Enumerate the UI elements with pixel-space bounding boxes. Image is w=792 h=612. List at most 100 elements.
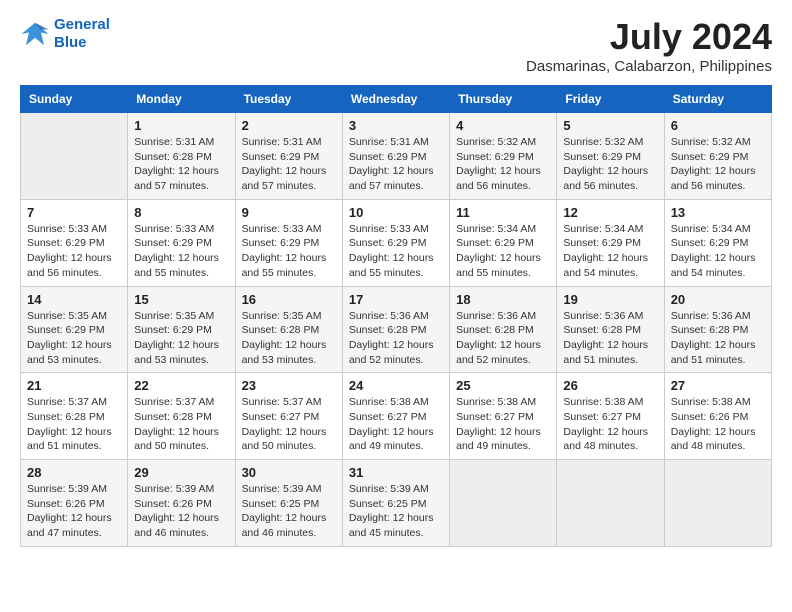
cell-week3-day2: 16Sunrise: 5:35 AMSunset: 6:28 PMDayligh… [235,286,342,373]
day-detail: Sunrise: 5:39 AMSunset: 6:26 PMDaylight:… [134,482,228,541]
cell-week4-day0: 21 Sunrise: 5:37 AMSunset: 6:28 PMDayligh… [21,373,128,460]
cell-week1-day3: 3 Sunrise: 5:31 AMSunset: 6:29 PMDaylight… [342,113,449,200]
cell-week2-day2: 9 Sunrise: 5:33 AMSunset: 6:29 PMDaylight… [235,199,342,286]
logo-text: General Blue [54,16,110,52]
subtitle: Dasmarinas, Calabarzon, Philippines [526,58,772,75]
day-detail: Sunrise: 5:37 AMSunset: 6:28 PMDaylight:… [27,395,121,454]
day-number: 1 [134,118,228,133]
column-header-tuesday: Tuesday [235,86,342,113]
day-detail: Sunrise: 5:38 AMSunset: 6:27 PMDaylight:… [456,395,550,454]
day-detail: Sunrise: 5:31 AMSunset: 6:29 PMDaylight:… [349,135,443,194]
cell-week1-day0 [21,113,128,200]
day-detail: Sunrise: 5:32 AMSunset: 6:29 PMDaylight:… [563,135,657,194]
week-row-5: 28 Sunrise: 5:39 AMSunset: 6:26 PMDayligh… [21,460,772,547]
day-number: 17 [349,292,443,307]
day-number: 7 [27,205,121,220]
day-detail: Sunrise: 5:36 AMSunset: 6:28 PMDaylight:… [563,309,657,368]
day-number: 10 [349,205,443,220]
cell-week5-day1: 29 Sunrise: 5:39 AMSunset: 6:26 PMDayligh… [128,460,235,547]
day-number: 2 [242,118,336,133]
cell-week5-day2: 30 Sunrise: 5:39 AMSunset: 6:25 PMDayligh… [235,460,342,547]
cell-week4-day5: 26Sunrise: 5:38 AMSunset: 6:27 PMDayligh… [557,373,664,460]
day-number: 25 [456,378,550,393]
title-area: July 2024 Dasmarinas, Calabarzon, Philip… [526,16,772,75]
day-number: 3 [349,118,443,133]
day-detail: Sunrise: 5:31 AMSunset: 6:28 PMDaylight:… [134,135,228,194]
day-detail: Sunrise: 5:39 AMSunset: 6:25 PMDaylight:… [349,482,443,541]
day-number: 29 [134,465,228,480]
day-number: 9 [242,205,336,220]
day-number: 30 [242,465,336,480]
cell-week4-day2: 23 Sunrise: 5:37 AMSunset: 6:27 PMDayligh… [235,373,342,460]
cell-week3-day0: 14 Sunrise: 5:35 AMSunset: 6:29 PMDayligh… [21,286,128,373]
day-detail: Sunrise: 5:32 AMSunset: 6:29 PMDaylight:… [671,135,765,194]
day-detail: Sunrise: 5:34 AMSunset: 6:29 PMDaylight:… [563,222,657,281]
day-detail: Sunrise: 5:38 AMSunset: 6:26 PMDaylight:… [671,395,765,454]
week-row-4: 21 Sunrise: 5:37 AMSunset: 6:28 PMDayligh… [21,373,772,460]
day-number: 5 [563,118,657,133]
day-number: 31 [349,465,443,480]
day-number: 18 [456,292,550,307]
cell-week1-day5: 5 Sunrise: 5:32 AMSunset: 6:29 PMDaylight… [557,113,664,200]
logo: General Blue [20,16,110,52]
cell-week1-day1: 1 Sunrise: 5:31 AMSunset: 6:28 PMDaylight… [128,113,235,200]
day-number: 11 [456,205,550,220]
cell-week4-day1: 22 Sunrise: 5:37 AMSunset: 6:28 PMDayligh… [128,373,235,460]
cell-week3-day6: 20 Sunrise: 5:36 AMSunset: 6:28 PMDayligh… [664,286,771,373]
day-detail: Sunrise: 5:33 AMSunset: 6:29 PMDaylight:… [242,222,336,281]
cell-week4-day4: 25 Sunrise: 5:38 AMSunset: 6:27 PMDayligh… [450,373,557,460]
cell-week1-day4: 4Sunrise: 5:32 AMSunset: 6:29 PMDaylight… [450,113,557,200]
cell-week3-day3: 17 Sunrise: 5:36 AMSunset: 6:28 PMDayligh… [342,286,449,373]
logo-line1: General [54,16,110,33]
day-number: 21 [27,378,121,393]
cell-week5-day4 [450,460,557,547]
day-number: 14 [27,292,121,307]
day-detail: Sunrise: 5:38 AMSunset: 6:27 PMDaylight:… [563,395,657,454]
day-detail: Sunrise: 5:36 AMSunset: 6:28 PMDaylight:… [671,309,765,368]
main-title: July 2024 [526,16,772,58]
day-number: 22 [134,378,228,393]
week-row-2: 7 Sunrise: 5:33 AMSunset: 6:29 PMDaylight… [21,199,772,286]
calendar-header-row: SundayMondayTuesdayWednesdayThursdayFrid… [21,86,772,113]
cell-week5-day6 [664,460,771,547]
day-number: 23 [242,378,336,393]
column-header-sunday: Sunday [21,86,128,113]
cell-week5-day3: 31 Sunrise: 5:39 AMSunset: 6:25 PMDayligh… [342,460,449,547]
day-number: 24 [349,378,443,393]
column-header-friday: Friday [557,86,664,113]
day-detail: Sunrise: 5:33 AMSunset: 6:29 PMDaylight:… [134,222,228,281]
day-number: 27 [671,378,765,393]
calendar-body: 1 Sunrise: 5:31 AMSunset: 6:28 PMDaylight… [21,113,772,547]
cell-week4-day6: 27 Sunrise: 5:38 AMSunset: 6:26 PMDayligh… [664,373,771,460]
day-detail: Sunrise: 5:31 AMSunset: 6:29 PMDaylight:… [242,135,336,194]
day-detail: Sunrise: 5:36 AMSunset: 6:28 PMDaylight:… [456,309,550,368]
day-detail: Sunrise: 5:37 AMSunset: 6:27 PMDaylight:… [242,395,336,454]
day-number: 4 [456,118,550,133]
day-number: 12 [563,205,657,220]
day-detail: Sunrise: 5:38 AMSunset: 6:27 PMDaylight:… [349,395,443,454]
day-detail: Sunrise: 5:39 AMSunset: 6:25 PMDaylight:… [242,482,336,541]
cell-week4-day3: 24 Sunrise: 5:38 AMSunset: 6:27 PMDayligh… [342,373,449,460]
day-number: 28 [27,465,121,480]
cell-week5-day5 [557,460,664,547]
day-number: 8 [134,205,228,220]
day-detail: Sunrise: 5:34 AMSunset: 6:29 PMDaylight:… [456,222,550,281]
day-detail: Sunrise: 5:37 AMSunset: 6:28 PMDaylight:… [134,395,228,454]
day-detail: Sunrise: 5:36 AMSunset: 6:28 PMDaylight:… [349,309,443,368]
cell-week2-day5: 12 Sunrise: 5:34 AMSunset: 6:29 PMDayligh… [557,199,664,286]
cell-week2-day3: 10 Sunrise: 5:33 AMSunset: 6:29 PMDayligh… [342,199,449,286]
day-number: 20 [671,292,765,307]
day-detail: Sunrise: 5:35 AMSunset: 6:29 PMDaylight:… [27,309,121,368]
cell-week5-day0: 28Sunrise: 5:39 AMSunset: 6:26 PMDayligh… [21,460,128,547]
week-row-1: 1 Sunrise: 5:31 AMSunset: 6:28 PMDaylight… [21,113,772,200]
column-header-thursday: Thursday [450,86,557,113]
cell-week3-day4: 18 Sunrise: 5:36 AMSunset: 6:28 PMDayligh… [450,286,557,373]
column-header-wednesday: Wednesday [342,86,449,113]
day-detail: Sunrise: 5:33 AMSunset: 6:29 PMDaylight:… [349,222,443,281]
cell-week1-day2: 2 Sunrise: 5:31 AMSunset: 6:29 PMDaylight… [235,113,342,200]
cell-week2-day0: 7Sunrise: 5:33 AMSunset: 6:29 PMDaylight… [21,199,128,286]
header: General Blue July 2024 Dasmarinas, Calab… [20,16,772,75]
day-number: 15 [134,292,228,307]
cell-week3-day1: 15Sunrise: 5:35 AMSunset: 6:29 PMDayligh… [128,286,235,373]
cell-week2-day4: 11 Sunrise: 5:34 AMSunset: 6:29 PMDayligh… [450,199,557,286]
